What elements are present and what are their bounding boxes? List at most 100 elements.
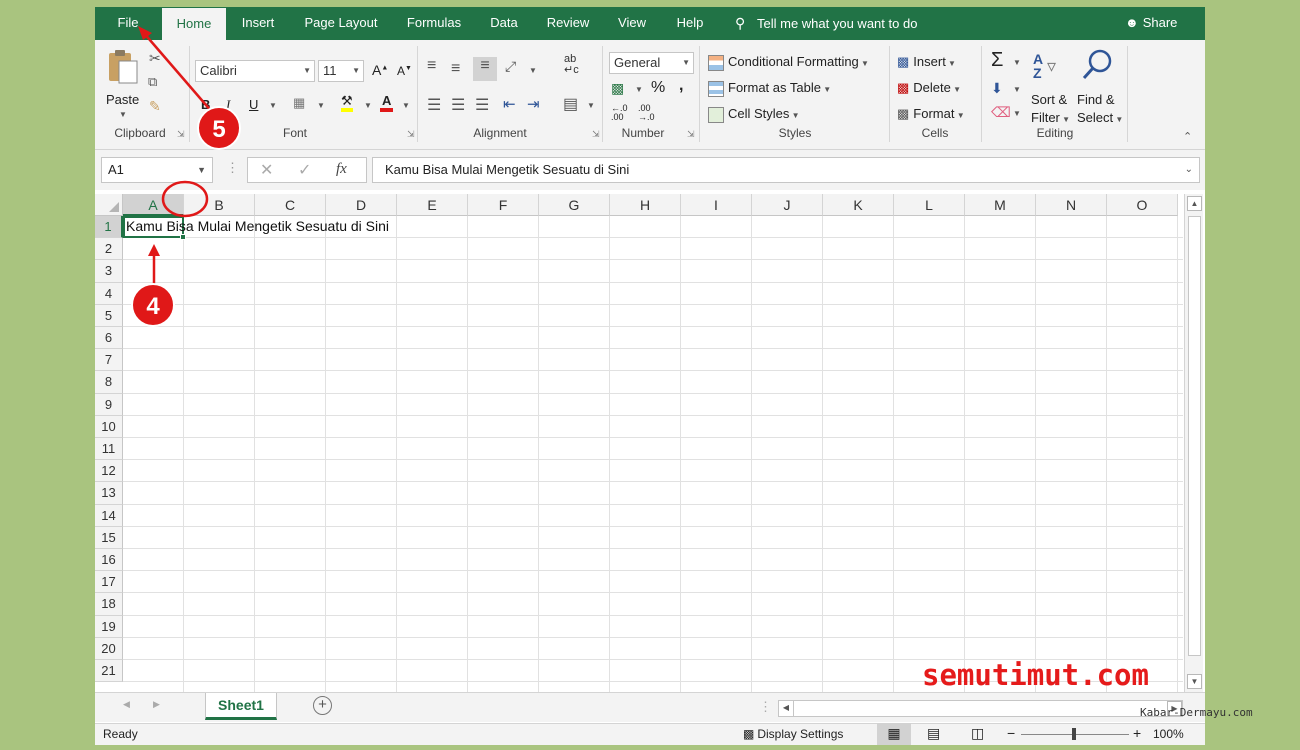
copy-icon[interactable]: ⧉ bbox=[148, 74, 157, 90]
column-header-d[interactable]: D bbox=[326, 194, 397, 216]
orientation-dropdown-icon[interactable]: ▼ bbox=[529, 66, 537, 75]
column-header-m[interactable]: M bbox=[965, 194, 1036, 216]
sheet-tab-sheet1[interactable]: Sheet1 bbox=[205, 693, 277, 720]
merge-dropdown-icon[interactable]: ▼ bbox=[587, 101, 595, 110]
worksheet-grid[interactable]: ABCDEFGHIJKLMNO 1 2 3 4 5 6 7 8 9 10 11 12 13 14 15 16 1… bbox=[95, 194, 1183, 692]
insert-function-button[interactable]: fx bbox=[336, 161, 347, 178]
merge-center-icon[interactable]: ▤ bbox=[563, 94, 578, 114]
row-header-11[interactable]: 11 bbox=[95, 438, 123, 461]
find-select-label-1[interactable]: Find & bbox=[1077, 92, 1115, 107]
column-header-b[interactable]: B bbox=[184, 194, 255, 216]
expand-formula-icon[interactable]: ⌄ bbox=[1185, 158, 1193, 182]
insert-cells-button[interactable]: ▩ Insert ▼ bbox=[897, 54, 956, 70]
autosum-dropdown-icon[interactable]: ▼ bbox=[1013, 58, 1021, 67]
select-all-corner[interactable] bbox=[95, 194, 123, 216]
prev-sheet-icon[interactable]: ◀ bbox=[123, 699, 130, 710]
number-format-combo[interactable]: General ▼ bbox=[609, 52, 694, 74]
comma-button[interactable]: , bbox=[679, 77, 683, 95]
sort-filter-button[interactable]: Filter ▼ bbox=[1031, 110, 1070, 125]
scroll-down-icon[interactable]: ▼ bbox=[1187, 674, 1202, 689]
align-center-icon[interactable]: ☰ bbox=[451, 95, 465, 115]
fill-dropdown-icon[interactable]: ▼ bbox=[1013, 85, 1021, 94]
row-header-17[interactable]: 17 bbox=[95, 571, 123, 594]
find-select-button[interactable]: Select ▼ bbox=[1077, 110, 1123, 125]
split-handle-icon[interactable]: ⋮ bbox=[759, 699, 772, 715]
row-header-9[interactable]: 9 bbox=[95, 393, 123, 416]
row-header-15[interactable]: 15 bbox=[95, 526, 123, 549]
row-header-6[interactable]: 6 bbox=[95, 327, 123, 350]
sort-filter-label-1[interactable]: Sort & bbox=[1031, 92, 1067, 107]
tab-file[interactable]: File bbox=[103, 7, 153, 40]
bottom-align-icon[interactable]: ≡ bbox=[473, 57, 497, 81]
delete-cells-button[interactable]: ▩ Delete ▼ bbox=[897, 80, 961, 96]
row-header-21[interactable]: 21 bbox=[95, 660, 123, 683]
column-header-g[interactable]: G bbox=[539, 194, 610, 216]
orientation-icon[interactable]: ⤢ bbox=[505, 58, 516, 75]
row-header-3[interactable]: 3 bbox=[95, 260, 123, 283]
tab-view[interactable]: View bbox=[609, 7, 655, 40]
tab-insert[interactable]: Insert bbox=[233, 7, 283, 40]
align-right-icon[interactable]: ☰ bbox=[475, 95, 489, 115]
fill-color-icon[interactable]: ⚒ bbox=[341, 93, 353, 112]
decrease-indent-icon[interactable]: ⇤ bbox=[503, 95, 516, 113]
row-header-7[interactable]: 7 bbox=[95, 349, 123, 372]
paste-dropdown-icon[interactable]: ▼ bbox=[119, 110, 127, 119]
format-cells-button[interactable]: ▩ Format ▼ bbox=[897, 106, 965, 122]
underline-dropdown-icon[interactable]: ▼ bbox=[269, 101, 277, 110]
fill-dropdown-icon[interactable]: ▼ bbox=[364, 101, 372, 110]
normal-view-icon[interactable]: ▦ bbox=[877, 723, 911, 745]
accounting-icon[interactable]: ▩ bbox=[611, 80, 624, 97]
accounting-dropdown-icon[interactable]: ▼ bbox=[635, 85, 643, 94]
zoom-level[interactable]: 100% bbox=[1153, 724, 1184, 745]
underline-button[interactable]: U bbox=[249, 97, 258, 112]
cancel-icon[interactable]: ✕ bbox=[260, 160, 273, 180]
column-header-f[interactable]: F bbox=[468, 194, 539, 216]
borders-icon[interactable]: ▦ bbox=[293, 95, 305, 111]
tell-me-search[interactable]: ⚲ Tell me what you want to do bbox=[735, 7, 917, 40]
column-header-a[interactable]: A bbox=[123, 194, 184, 216]
grow-font-button[interactable]: A▲ bbox=[372, 62, 388, 78]
scroll-thumb[interactable] bbox=[1188, 216, 1201, 656]
enter-check-icon[interactable]: ✓ bbox=[298, 160, 311, 180]
share-button[interactable]: ☻ Share bbox=[1125, 7, 1177, 40]
row-header-1[interactable]: 1 bbox=[95, 216, 123, 239]
increase-indent-icon[interactable]: ⇥ bbox=[527, 95, 540, 113]
alignment-launcher-icon[interactable]: ⇲ bbox=[592, 129, 600, 140]
tab-home[interactable]: Home bbox=[162, 8, 226, 40]
tab-data[interactable]: Data bbox=[483, 7, 525, 40]
row-header-10[interactable]: 10 bbox=[95, 415, 123, 438]
find-select-icon[interactable] bbox=[1081, 48, 1113, 85]
align-left-icon[interactable]: ☰ bbox=[427, 95, 441, 115]
vertical-scrollbar[interactable]: ▲ ▼ bbox=[1184, 194, 1203, 692]
middle-align-icon[interactable]: ≡ bbox=[451, 60, 460, 78]
format-as-table-button[interactable]: Format as Table ▼ bbox=[708, 80, 831, 97]
shrink-font-button[interactable]: A▼ bbox=[397, 64, 412, 78]
column-header-k[interactable]: K bbox=[823, 194, 894, 216]
column-header-o[interactable]: O bbox=[1107, 194, 1178, 216]
row-header-8[interactable]: 8 bbox=[95, 371, 123, 394]
conditional-formatting-button[interactable]: Conditional Formatting ▼ bbox=[708, 54, 869, 71]
decrease-decimal-icon[interactable]: .00 →.0 bbox=[638, 104, 655, 122]
autosum-icon[interactable]: Σ bbox=[991, 49, 1003, 72]
column-header-j[interactable]: J bbox=[752, 194, 823, 216]
tab-page-layout[interactable]: Page Layout bbox=[295, 7, 387, 40]
more-options-icon[interactable]: ⋮ bbox=[226, 160, 239, 176]
clipboard-launcher-icon[interactable]: ⇲ bbox=[177, 129, 185, 140]
column-header-c[interactable]: C bbox=[255, 194, 326, 216]
zoom-in-button[interactable]: + bbox=[1133, 723, 1141, 744]
formula-input[interactable]: Kamu Bisa Mulai Mengetik Sesuatu di Sini… bbox=[372, 157, 1200, 183]
scroll-left-icon[interactable]: ◀ bbox=[779, 701, 794, 716]
page-layout-view-icon[interactable]: ▤ bbox=[927, 723, 940, 744]
number-launcher-icon[interactable]: ⇲ bbox=[687, 129, 695, 140]
top-align-icon[interactable]: ≡ bbox=[427, 57, 436, 75]
column-header-i[interactable]: I bbox=[681, 194, 752, 216]
row-header-5[interactable]: 5 bbox=[95, 304, 123, 327]
font-color-dropdown-icon[interactable]: ▼ bbox=[402, 101, 410, 110]
row-header-13[interactable]: 13 bbox=[95, 482, 123, 505]
font-name-combo[interactable]: Calibri ▼ bbox=[195, 60, 315, 82]
row-header-4[interactable]: 4 bbox=[95, 282, 123, 305]
sort-filter-icon[interactable]: AZ bbox=[1033, 52, 1043, 80]
tab-review[interactable]: Review bbox=[537, 7, 599, 40]
name-box[interactable]: A1 ▼ bbox=[101, 157, 213, 183]
zoom-out-button[interactable]: − bbox=[1007, 723, 1015, 744]
